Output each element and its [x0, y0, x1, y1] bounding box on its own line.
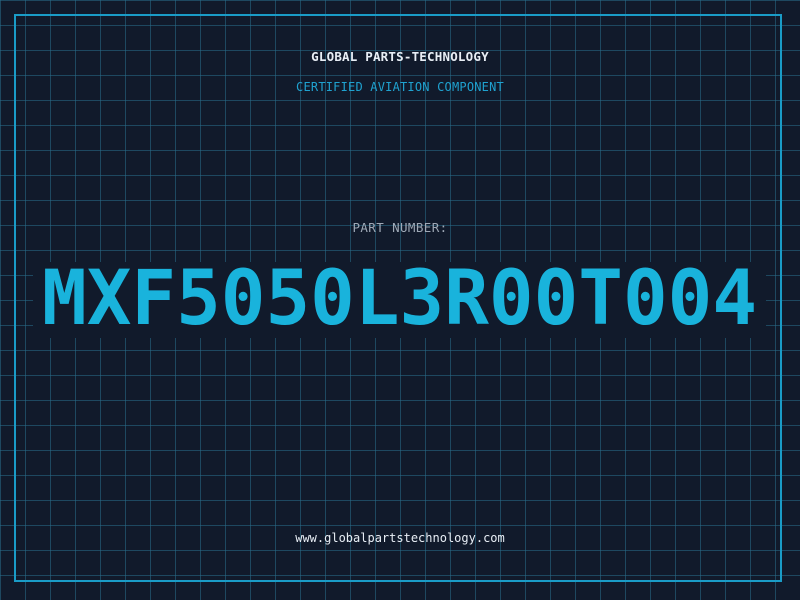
certificate-canvas: GLOBAL PARTS-TECHNOLOGY CERTIFIED AVIATI… — [0, 0, 800, 600]
part-number-value: MXF5050L3R00T004 — [42, 262, 757, 338]
website-url[interactable]: www.globalpartstechnology.com — [0, 531, 800, 545]
part-number-label: PART NUMBER: — [352, 220, 448, 235]
part-number-text: MXF5050L3R00T004 — [42, 262, 757, 338]
company-name: GLOBAL PARTS-TECHNOLOGY — [311, 49, 489, 64]
certification-subtitle: CERTIFIED AVIATION COMPONENT — [296, 80, 504, 94]
